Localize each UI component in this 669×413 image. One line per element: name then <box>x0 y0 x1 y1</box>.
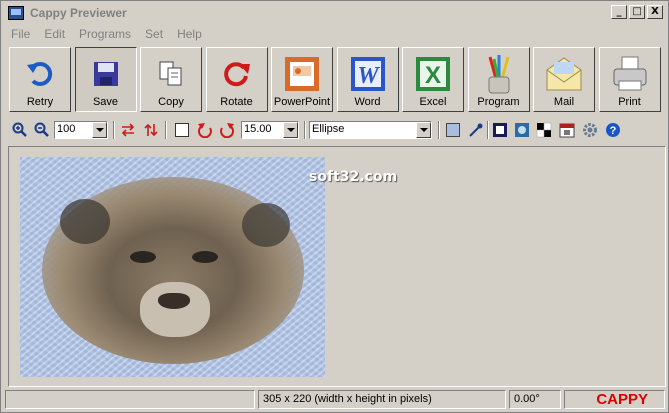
excel-button[interactable]: X Excel <box>402 47 464 112</box>
print-label: Print <box>618 96 641 108</box>
retry-icon <box>20 54 60 94</box>
copy-button[interactable]: Copy <box>140 47 202 112</box>
angle-select[interactable]: 15.00 <box>241 121 299 139</box>
lion-cub-photo <box>42 177 304 364</box>
powerpoint-icon <box>282 54 322 94</box>
flip-vertical-icon[interactable] <box>142 121 160 139</box>
mail-button[interactable]: Mail <box>533 47 595 112</box>
image-effect-icon[interactable] <box>513 121 531 139</box>
preview-image <box>20 157 325 377</box>
menu-bar: File Edit Programs Set Help <box>3 25 208 44</box>
program-icon <box>479 54 519 94</box>
minimize-button[interactable]: _ <box>611 5 627 19</box>
program-label: Program <box>477 96 520 108</box>
frame-icon[interactable] <box>491 121 509 139</box>
status-brand: CAPPY <box>564 390 665 409</box>
eyedropper-icon[interactable] <box>467 121 485 139</box>
menu-edit[interactable]: Edit <box>36 25 71 44</box>
menu-file[interactable]: File <box>3 25 36 44</box>
word-label: Word <box>354 96 381 108</box>
zoom-out-icon[interactable] <box>33 121 51 139</box>
program-button[interactable]: Program <box>467 47 530 112</box>
menu-set[interactable]: Set <box>137 25 169 44</box>
menu-programs[interactable]: Programs <box>71 25 137 44</box>
svg-text:X: X <box>425 62 441 89</box>
calendar-icon[interactable] <box>558 121 576 139</box>
status-bar: 305 x 220 (width x height in pixels) 0.0… <box>5 390 665 409</box>
svg-text:W: W <box>357 63 380 89</box>
print-button[interactable]: Print <box>598 47 661 112</box>
zoom-value: 100 <box>57 123 76 135</box>
maximize-button[interactable]: □ <box>629 5 645 19</box>
save-label: Save <box>92 96 119 108</box>
help-icon[interactable]: ? <box>604 121 622 139</box>
app-window: Cappy Previewer _ □ X File Edit Programs… <box>0 0 669 413</box>
toolbar-separator <box>487 121 489 139</box>
copy-label: Copy <box>158 96 184 108</box>
mail-icon <box>544 54 584 94</box>
save-button[interactable]: Save <box>74 47 137 112</box>
settings-gear-icon[interactable] <box>581 121 599 139</box>
checker-icon[interactable] <box>535 121 553 139</box>
mail-label: Mail <box>553 96 575 108</box>
powerpoint-button[interactable]: PowerPoint <box>271 47 333 112</box>
app-icon <box>8 5 24 20</box>
close-button[interactable]: X <box>647 5 663 19</box>
word-icon: W <box>348 54 388 94</box>
shape-dropdown-icon[interactable] <box>416 122 431 138</box>
status-pane-empty <box>5 390 255 409</box>
toolbar-separator <box>165 121 167 139</box>
menu-help[interactable]: Help <box>169 25 208 44</box>
retry-button[interactable]: Retry <box>9 47 71 112</box>
save-icon <box>86 54 126 94</box>
background-color-icon[interactable] <box>444 121 462 139</box>
angle-dropdown-icon[interactable] <box>283 122 298 138</box>
secondary-toolbar: 100 15.00 Ellipse ? <box>7 119 657 141</box>
border-checkbox[interactable] <box>173 121 191 139</box>
toolbar-separator <box>438 121 440 139</box>
svg-text:?: ? <box>610 125 617 137</box>
flip-horizontal-icon[interactable] <box>119 121 137 139</box>
excel-icon: X <box>413 54 453 94</box>
word-button[interactable]: W Word <box>336 47 399 112</box>
preview-canvas[interactable]: soft32.com <box>8 146 666 387</box>
rotate-right-icon[interactable] <box>218 121 236 139</box>
window-controls: _ □ X <box>611 5 663 19</box>
title-bar[interactable]: Cappy Previewer _ □ X <box>2 2 667 23</box>
rotate-label: Rotate <box>220 96 253 108</box>
excel-label: Excel <box>419 96 447 108</box>
shape-select[interactable]: Ellipse <box>309 121 432 139</box>
powerpoint-label: PowerPoint <box>273 96 331 108</box>
window-title: Cappy Previewer <box>30 5 127 20</box>
rotate-left-icon[interactable] <box>196 121 214 139</box>
main-toolbar: Retry Save Copy Rotate PowerPoint W Word… <box>9 47 664 112</box>
zoom-select[interactable]: 100 <box>54 121 108 139</box>
angle-value: 15.00 <box>244 123 272 135</box>
status-angle: 0.00° <box>509 390 561 409</box>
print-icon <box>610 54 650 94</box>
rotate-icon <box>217 54 257 94</box>
status-dimensions: 305 x 220 (width x height in pixels) <box>258 390 506 409</box>
zoom-dropdown-icon[interactable] <box>92 122 107 138</box>
watermark-text: soft32.com <box>309 169 398 185</box>
retry-label: Retry <box>26 96 54 108</box>
zoom-in-icon[interactable] <box>11 121 29 139</box>
rotate-button[interactable]: Rotate <box>205 47 268 112</box>
copy-icon <box>151 54 191 94</box>
toolbar-separator <box>113 121 115 139</box>
toolbar-separator <box>304 121 306 139</box>
shape-value: Ellipse <box>312 123 345 135</box>
